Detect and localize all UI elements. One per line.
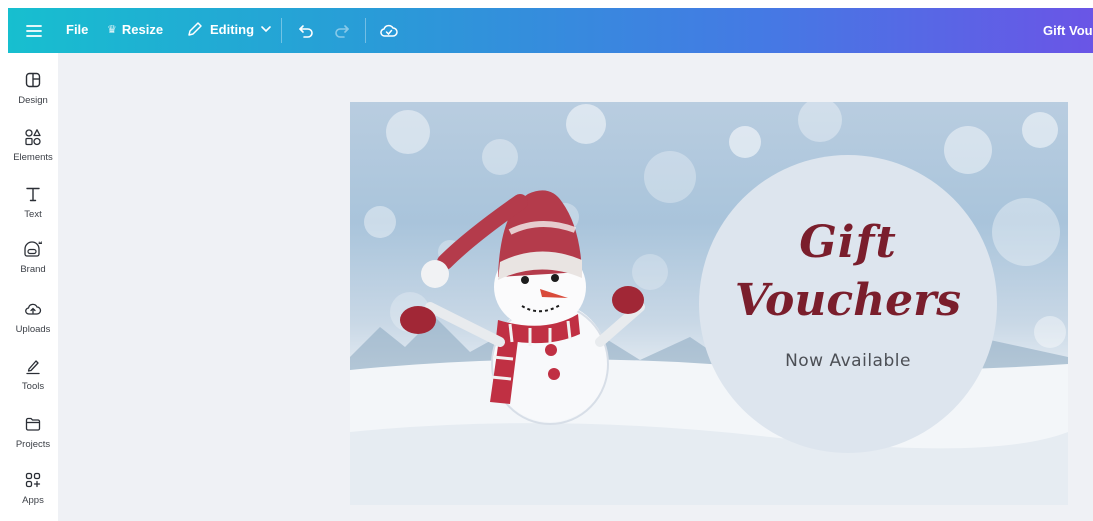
left-sidebar: Design Elements Text Brand Uploads Tools bbox=[8, 53, 58, 521]
editor-workspace: Gift Vouchers Now Available bbox=[58, 53, 1093, 521]
apps-icon bbox=[22, 469, 44, 491]
toolbar-divider bbox=[281, 18, 282, 43]
resize-button[interactable]: ♛ Resize bbox=[107, 22, 163, 37]
text-icon bbox=[22, 183, 44, 205]
editing-mode-dropdown[interactable]: Editing bbox=[186, 20, 278, 38]
folder-icon bbox=[22, 413, 44, 435]
upload-icon bbox=[22, 298, 44, 320]
editing-label: Editing bbox=[210, 21, 255, 37]
sidebar-item-label: Projects bbox=[15, 439, 51, 450]
redo-icon[interactable] bbox=[333, 22, 351, 45]
sidebar-item-label: Text bbox=[24, 209, 42, 220]
file-menu-button[interactable]: File bbox=[66, 22, 88, 37]
brand-icon bbox=[22, 238, 44, 260]
document-title[interactable]: Gift Vouc bbox=[1043, 23, 1093, 38]
sidebar-item-elements[interactable]: Elements bbox=[8, 126, 58, 178]
sidebar-item-label: Elements bbox=[13, 152, 53, 163]
heading-vouchers[interactable]: Vouchers bbox=[699, 275, 997, 326]
top-toolbar: File ♛ Resize Editing Gift Vouc bbox=[8, 8, 1093, 53]
crown-icon: ♛ bbox=[107, 24, 117, 36]
cloud-check-icon[interactable] bbox=[379, 21, 399, 46]
subheading-now-available[interactable]: Now Available bbox=[699, 351, 997, 371]
design-canvas[interactable]: Gift Vouchers Now Available bbox=[350, 102, 1068, 505]
design-icon bbox=[22, 69, 44, 91]
sidebar-item-label: Apps bbox=[22, 495, 44, 506]
pencil-icon bbox=[188, 22, 202, 36]
sidebar-item-brand[interactable]: Brand bbox=[8, 238, 58, 290]
sidebar-item-label: Uploads bbox=[15, 324, 51, 335]
sidebar-item-text[interactable]: Text bbox=[8, 183, 58, 235]
chevron-down-icon bbox=[261, 26, 271, 33]
sidebar-item-projects[interactable]: Projects bbox=[8, 413, 58, 465]
toolbar-divider bbox=[365, 18, 366, 43]
sidebar-item-apps[interactable]: Apps bbox=[8, 469, 58, 521]
sidebar-item-label: Tools bbox=[21, 381, 45, 392]
heading-gift[interactable]: Gift bbox=[699, 217, 997, 268]
sidebar-item-label: Design bbox=[18, 95, 48, 106]
tools-icon bbox=[22, 355, 44, 377]
resize-label: Resize bbox=[121, 22, 164, 37]
hamburger-icon[interactable] bbox=[24, 21, 44, 41]
elements-icon bbox=[22, 126, 44, 148]
sidebar-item-label: Brand bbox=[20, 264, 46, 275]
sidebar-item-uploads[interactable]: Uploads bbox=[8, 298, 58, 350]
text-badge-circle[interactable]: Gift Vouchers Now Available bbox=[699, 155, 997, 453]
sidebar-item-design[interactable]: Design bbox=[8, 69, 58, 121]
undo-icon[interactable] bbox=[297, 22, 315, 45]
sidebar-item-tools[interactable]: Tools bbox=[8, 355, 58, 407]
